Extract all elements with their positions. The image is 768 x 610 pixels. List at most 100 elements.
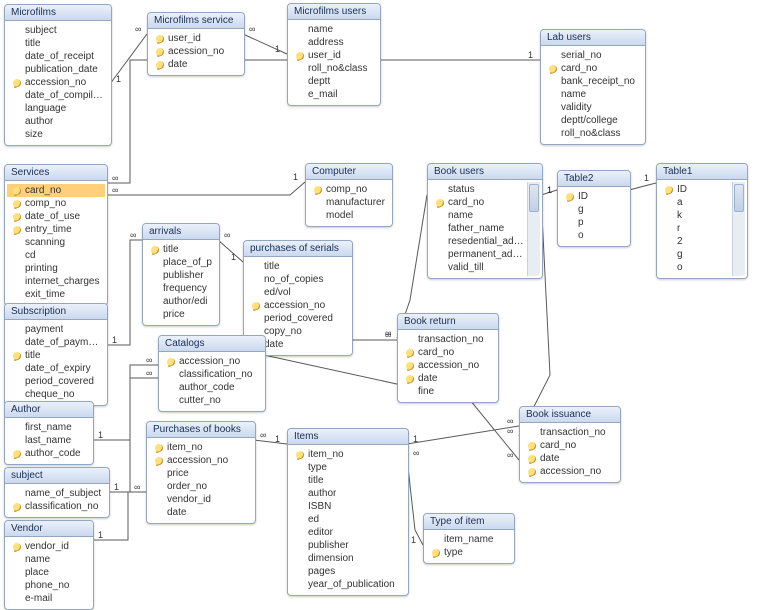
entity-microfilms-users[interactable]: Microfilms usersnameaddressuser_idroll_n… [287,3,381,106]
field-row[interactable]: name_of_subject [7,487,107,500]
field-row[interactable]: name [430,209,528,222]
field-row[interactable]: ed [290,513,406,526]
field-row[interactable]: p [560,216,628,229]
field-row[interactable]: author_code [161,381,263,394]
field-row[interactable]: date_of_payment [7,336,105,349]
field-row[interactable]: ISBN [290,500,406,513]
entity-services[interactable]: Servicescard_nocomp_nodate_of_useentry_t… [4,164,108,306]
field-row[interactable]: item_no [290,448,406,461]
field-row[interactable]: classification_no [7,500,107,513]
entity-title[interactable]: Table1 [657,164,747,180]
entity-subject[interactable]: subject name_of_subjectclassification_no [4,467,110,518]
entity-title[interactable]: Microfilms service [148,13,244,29]
entity-purchases-books[interactable]: Purchases of booksitem_noaccession_nopri… [146,421,256,524]
entity-title[interactable]: Microfilms users [288,4,380,20]
field-row[interactable]: roll_no&class [290,62,378,75]
field-row[interactable]: period_covered [246,312,350,325]
field-row[interactable]: period_covered [7,375,105,388]
field-row[interactable]: date [400,372,496,385]
entity-title[interactable]: Purchases of books [147,422,255,438]
field-row[interactable]: first_name [7,421,91,434]
entity-title[interactable]: Subscription [5,304,107,320]
field-row[interactable]: author [7,115,109,128]
field-row[interactable]: deptt [290,75,378,88]
field-row[interactable]: classification_no [161,368,263,381]
entity-title[interactable]: Microfilms [5,5,111,21]
field-row[interactable]: no_of_copies [246,273,350,286]
field-row[interactable]: transaction_no [522,426,618,439]
field-row[interactable]: price [145,308,217,321]
entity-title[interactable]: Items [288,429,408,445]
field-row[interactable]: ID [560,190,628,203]
field-row[interactable]: cutter_no [161,394,263,407]
field-row[interactable]: title [246,260,350,273]
field-row[interactable]: name [290,23,378,36]
field-row[interactable]: g [659,248,733,261]
field-row[interactable]: editor [290,526,406,539]
entity-lab-users[interactable]: Lab users serial_nocard_nobank_receipt_no… [540,29,646,145]
field-row[interactable]: phone_no [7,579,91,592]
field-row[interactable]: manufacturer [308,196,390,209]
field-row[interactable]: serial_no [543,49,643,62]
field-row[interactable]: place [7,566,91,579]
field-row[interactable]: item_name [426,533,512,546]
field-row[interactable]: frequency [145,282,217,295]
field-row[interactable]: accession_no [149,454,253,467]
entity-title[interactable]: Book return [398,314,498,330]
field-row[interactable]: size [7,128,109,141]
entity-title[interactable]: Table2 [558,171,630,187]
field-row[interactable]: date [522,452,618,465]
entity-table2[interactable]: Table2IDgpo [557,170,631,247]
field-row[interactable]: place_of_p [145,256,217,269]
field-row[interactable]: k [659,209,733,222]
entity-book-users[interactable]: Book usersstatuscard_nonamefather_namere… [427,163,543,279]
field-row[interactable]: title [145,243,217,256]
field-row[interactable]: permanent_addre [430,248,528,261]
field-row[interactable]: card_no [543,62,643,75]
field-row[interactable]: date_of_receipt [7,50,109,63]
entity-title[interactable]: Book users [428,164,542,180]
field-row[interactable]: address [290,36,378,49]
entity-items[interactable]: Items item_notypetitleauthorISBNededitorp… [287,428,409,596]
field-row[interactable]: ID [659,183,733,196]
field-row[interactable]: cheque_no [7,388,105,401]
field-row[interactable]: acession_no [150,45,242,58]
field-row[interactable]: type [426,546,512,559]
field-row[interactable]: type [290,461,406,474]
field-row[interactable]: deptt/college [543,114,643,127]
field-row[interactable]: publisher [145,269,217,282]
scrollbar-thumb[interactable] [734,184,744,212]
entity-catalogs[interactable]: Catalogsaccession_noclassification_noaut… [158,335,266,412]
entity-title[interactable]: Lab users [541,30,645,46]
field-row[interactable]: printing [7,262,105,275]
entity-title[interactable]: subject [5,468,109,484]
entity-title[interactable]: Author [5,402,93,418]
field-row[interactable]: e-mail [7,592,91,605]
field-row[interactable]: 2 [659,235,733,248]
field-row[interactable]: date [149,506,253,519]
field-row[interactable]: vendor_id [149,493,253,506]
entity-arrivals[interactable]: arrivalstitleplace_of_ppublisherfrequenc… [142,223,220,326]
field-row[interactable]: card_no [430,196,528,209]
entity-book-return[interactable]: Book returntransaction_nocard_noaccessio… [397,313,499,403]
field-row[interactable]: year_of_publication [290,578,406,591]
field-row[interactable]: accession_no [400,359,496,372]
field-row[interactable]: price [149,467,253,480]
entity-author[interactable]: Authorfirst_namelast_nameauthor_code [4,401,94,465]
field-row[interactable]: bank_receipt_no [543,75,643,88]
field-row[interactable]: name [543,88,643,101]
field-row[interactable]: g [560,203,628,216]
field-row[interactable]: author [290,487,406,500]
field-row[interactable]: payment [7,323,105,336]
field-row[interactable]: father_name [430,222,528,235]
scrollbar[interactable] [732,182,745,276]
field-row[interactable]: validity [543,101,643,114]
entity-title[interactable]: Vendor [5,521,93,537]
entity-vendor[interactable]: Vendorvendor_idnameplacephone_noe-mail [4,520,94,610]
scrollbar-thumb[interactable] [529,184,539,212]
field-row[interactable]: publisher [290,539,406,552]
entity-title[interactable]: Catalogs [159,336,265,352]
field-row[interactable]: publication_date [7,63,109,76]
field-row[interactable]: title [290,474,406,487]
field-row[interactable]: a [659,196,733,209]
